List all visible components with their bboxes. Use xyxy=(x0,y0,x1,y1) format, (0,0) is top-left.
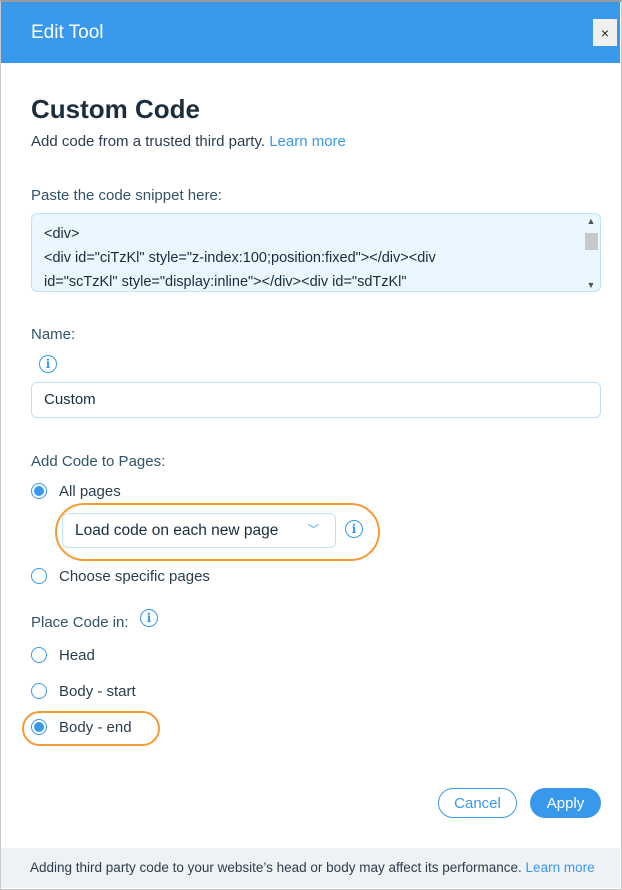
apply-button[interactable]: Apply xyxy=(530,788,601,818)
info-icon[interactable]: i xyxy=(140,609,158,627)
code-line: id="scTzKl" style="display:inline"></div… xyxy=(44,274,407,290)
all-pages-label[interactable]: All pages xyxy=(59,483,121,500)
code-line: <div id="ciTzKl" style="z-index:100;posi… xyxy=(44,250,436,266)
cancel-button[interactable]: Cancel xyxy=(438,788,517,818)
code-label: Paste the code snippet here: xyxy=(31,187,222,204)
close-button[interactable]: × xyxy=(593,19,617,46)
load-code-value: Load code on each new page xyxy=(75,522,279,539)
page-subtitle: Add code from a trusted third party. Lea… xyxy=(31,133,346,150)
scrollbar[interactable]: ▲ ▼ xyxy=(584,216,598,290)
footer-learn-more-link[interactable]: Learn more xyxy=(526,860,595,875)
scrollbar-thumb[interactable] xyxy=(585,233,598,250)
name-input[interactable]: Custom xyxy=(31,382,601,418)
code-snippet-textarea[interactable]: <div> <div id="ciTzKl" style="z-index:10… xyxy=(31,213,601,292)
learn-more-link[interactable]: Learn more xyxy=(269,133,346,150)
load-code-select[interactable]: Load code on each new page ﹀ xyxy=(62,513,336,548)
scroll-down-icon[interactable]: ▼ xyxy=(584,280,598,290)
page-title: Custom Code xyxy=(31,94,200,124)
radio-head[interactable] xyxy=(31,647,47,663)
info-icon[interactable]: i xyxy=(39,355,57,373)
radio-body-end[interactable] xyxy=(31,719,47,735)
footer-text: Adding third party code to your website’… xyxy=(30,860,522,875)
name-label: Name: xyxy=(31,326,76,343)
info-icon[interactable]: i xyxy=(345,520,363,538)
footer-notice: Adding third party code to your website’… xyxy=(1,848,620,888)
radio-all-pages[interactable] xyxy=(31,483,47,499)
place-code-label: Place Code in: xyxy=(31,614,129,631)
code-line: <div> xyxy=(44,226,80,242)
radio-body-start[interactable] xyxy=(31,683,47,699)
body-start-label[interactable]: Body - start xyxy=(59,683,136,700)
dialog-header: Edit Tool xyxy=(1,2,620,63)
body-end-label[interactable]: Body - end xyxy=(59,719,132,736)
subtitle-text: Add code from a trusted third party. xyxy=(31,133,266,150)
head-label[interactable]: Head xyxy=(59,647,95,664)
chevron-down-icon: ﹀ xyxy=(308,524,319,536)
pages-label: Add Code to Pages: xyxy=(31,453,166,470)
dialog-title: Edit Tool xyxy=(31,22,104,43)
radio-specific-pages[interactable] xyxy=(31,568,47,584)
scroll-up-icon[interactable]: ▲ xyxy=(584,216,598,226)
specific-pages-label[interactable]: Choose specific pages xyxy=(59,568,210,585)
